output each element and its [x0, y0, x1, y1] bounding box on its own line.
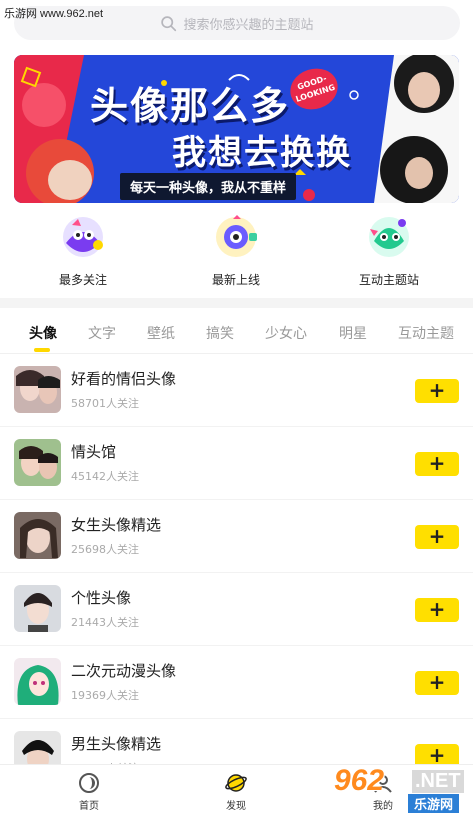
quick-link-interactive[interactable]: 互动主题站 — [334, 213, 444, 288]
nav-home[interactable]: 首页 — [59, 772, 119, 812]
tab-interactive[interactable]: 互动主题 — [398, 323, 454, 343]
item-followers: 21443人关注 — [71, 616, 139, 629]
active-tab-indicator — [34, 348, 50, 352]
tab-wallpaper[interactable]: 壁纸 — [147, 323, 175, 343]
item-title: 二次元动漫头像 — [71, 662, 177, 680]
category-tabs: 头像 文字 壁纸 搞笑 少女心 明星 互动主题 — [0, 308, 473, 354]
list-item[interactable]: 个性头像 21443人关注 + — [0, 573, 473, 646]
item-followers: 58701人关注 — [71, 397, 139, 410]
follow-button[interactable]: + — [415, 525, 459, 549]
thumbnail — [14, 512, 61, 559]
list-item[interactable]: 女生头像精选 25698人关注 + — [0, 500, 473, 573]
follow-button[interactable]: + — [415, 598, 459, 622]
home-icon — [79, 773, 99, 793]
item-title: 男生头像精选 — [71, 735, 162, 753]
logo-cn-text: 乐游网 — [408, 794, 460, 813]
list-item[interactable]: 情头馆 45142人关注 + — [0, 427, 473, 500]
banner-title-line2: 我想去换换 — [172, 133, 352, 173]
site-logo-watermark: 962 .NET 乐游网 — [334, 762, 468, 813]
nav-label: 首页 — [79, 801, 99, 812]
search-placeholder: 搜索你感兴趣的主题站 — [183, 17, 314, 33]
app-screen: 乐游网 www.962.net 搜索你感兴趣的主题站 GOOD-LOOKING … — [0, 0, 473, 814]
tab-text[interactable]: 文字 — [88, 323, 116, 343]
nav-label: 发现 — [226, 801, 246, 812]
logo-number: 962 — [334, 764, 385, 797]
section-divider — [0, 298, 473, 308]
tab-celebrity[interactable]: 明星 — [339, 323, 367, 343]
discover-planet-icon — [225, 774, 247, 792]
quick-link-label: 最新上线 — [211, 273, 260, 287]
thumbnail — [14, 366, 61, 413]
thumbnail — [14, 658, 61, 705]
list-item[interactable]: 好看的情侣头像 58701人关注 + — [0, 354, 473, 427]
item-title: 女生头像精选 — [71, 516, 162, 534]
quick-links: 最多关注 最新上线 互动主题站 — [0, 213, 473, 293]
tab-funny[interactable]: 搞笑 — [206, 323, 234, 343]
item-followers: 25698人关注 — [71, 543, 139, 556]
nav-discover[interactable]: 发现 — [206, 772, 266, 812]
item-followers: 45142人关注 — [71, 470, 139, 483]
follow-button[interactable]: + — [415, 671, 459, 695]
follow-button[interactable]: + — [415, 452, 459, 476]
tab-avatar[interactable]: 头像 — [29, 323, 57, 343]
quick-link-label: 最多关注 — [58, 273, 107, 287]
promo-banner[interactable]: GOOD-LOOKING 头像那么多 我想去换换 每天一种头像，我从不重样 — [14, 55, 459, 203]
quick-link-newest[interactable]: 最新上线 — [181, 213, 291, 288]
newest-online-icon — [216, 215, 257, 257]
item-title: 个性头像 — [71, 589, 132, 607]
quick-link-label: 互动主题站 — [358, 273, 419, 287]
thumbnail — [14, 585, 61, 632]
site-watermark: 乐游网 www.962.net — [4, 8, 104, 20]
logo-domain: .NET — [412, 770, 464, 793]
follow-button[interactable]: + — [415, 379, 459, 403]
banner-title-line1: 头像那么多 — [90, 84, 291, 128]
banner-subtitle: 每天一种头像，我从不重样 — [120, 173, 297, 200]
list-item[interactable]: 二次元动漫头像 19369人关注 + — [0, 646, 473, 719]
thumbnail — [14, 439, 61, 486]
quick-link-most-followed[interactable]: 最多关注 — [28, 213, 138, 288]
interactive-theme-icon — [369, 217, 409, 257]
most-followed-icon — [63, 217, 103, 257]
tab-girly[interactable]: 少女心 — [265, 323, 307, 343]
item-title: 好看的情侣头像 — [71, 370, 177, 388]
search-icon — [161, 15, 177, 31]
item-title: 情头馆 — [71, 443, 117, 461]
item-followers: 19369人关注 — [71, 689, 139, 702]
